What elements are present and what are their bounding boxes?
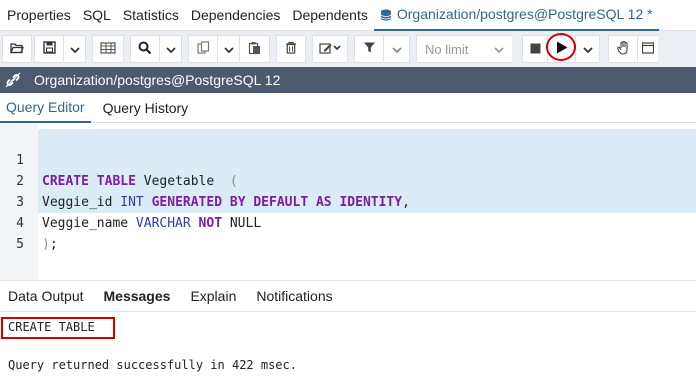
stop-button[interactable]	[522, 35, 548, 63]
search-icon	[138, 41, 152, 58]
table-view-button[interactable]	[92, 35, 124, 63]
open-folder-icon	[10, 42, 24, 57]
tab-dependents[interactable]: Dependents	[286, 0, 374, 31]
chevron-down-icon	[165, 42, 176, 57]
chevron-down-icon	[582, 42, 593, 57]
tab-label: Explain	[190, 288, 237, 304]
code-line: 5	[0, 213, 696, 252]
tab-query-editor[interactable]: Query Editor	[0, 93, 91, 123]
hand-icon	[616, 40, 630, 58]
copy-button[interactable]	[188, 35, 218, 63]
tab-label: Statistics	[122, 7, 179, 23]
copy-icon	[196, 41, 210, 57]
trash-icon	[285, 41, 297, 57]
sql-editor[interactable]: 1 CREATE TABLE Vegetable ( 2 Veggie_id I…	[0, 123, 696, 280]
execute-dropdown-button[interactable]	[576, 35, 600, 63]
paste-icon	[248, 41, 261, 58]
edit-icon	[319, 42, 341, 57]
execute-button[interactable]	[546, 33, 576, 63]
code-line: 3 Veggie_name VARCHAR NOT NULL	[0, 171, 696, 231]
open-file-button[interactable]	[2, 35, 32, 63]
tab-label: SQL	[82, 7, 111, 23]
find-button[interactable]	[130, 35, 160, 63]
line-number: 5	[16, 237, 24, 252]
copy-dropdown-button[interactable]	[218, 35, 240, 63]
tab-label: Organization/postgres@PostgreSQL 12 *	[396, 6, 653, 22]
tab-label: Query Editor	[6, 99, 85, 115]
tab-explain[interactable]: Explain	[178, 288, 244, 304]
save-button[interactable]	[34, 35, 64, 63]
tab-dependencies[interactable]: Dependencies	[185, 0, 287, 31]
code-text: );	[42, 237, 58, 252]
filter-dropdown-button[interactable]	[384, 35, 410, 63]
tab-notifications[interactable]: Notifications	[244, 288, 340, 304]
tab-label: Notifications	[256, 288, 333, 304]
find-dropdown-button[interactable]	[160, 35, 182, 63]
tab-data-output[interactable]: Data Output	[0, 288, 92, 304]
tab-label: Messages	[103, 288, 171, 304]
chevron-down-icon	[494, 42, 504, 57]
tab-label: Dependencies	[190, 7, 281, 23]
tab-query-tool[interactable]: Organization/postgres@PostgreSQL 12 *	[373, 0, 659, 31]
tab-query-history[interactable]: Query History	[91, 93, 195, 123]
messages-panel: CREATE TABLE Query returned successfully…	[0, 312, 696, 392]
chevron-down-icon	[223, 42, 234, 57]
code-line: 1 CREATE TABLE Vegetable (	[0, 129, 696, 189]
play-icon	[556, 41, 568, 57]
result-tabs: Data Output Messages Explain Notificatio…	[0, 280, 696, 312]
tab-sql[interactable]: SQL	[77, 0, 117, 31]
save-dropdown-button[interactable]	[64, 35, 86, 63]
message-command-tag: CREATE TABLE	[8, 320, 95, 334]
tab-label: Data Output	[8, 288, 84, 304]
link-icon[interactable]	[0, 72, 26, 88]
row-limit-dropdown[interactable]	[488, 35, 510, 63]
query-tabs: Query Editor Query History	[0, 93, 696, 123]
message-status: Query returned successfully in 422 msec.	[8, 358, 297, 372]
scratch-icon	[641, 41, 655, 57]
tab-label: Dependents	[292, 7, 368, 23]
panel-tab-bar: Properties SQL Statistics Dependencies D…	[0, 0, 696, 31]
row-limit-value: No limit	[425, 41, 469, 57]
delete-button[interactable]	[276, 35, 306, 63]
edit-button[interactable]	[312, 35, 348, 63]
connection-title: Organization/postgres@PostgreSQL 12	[34, 72, 281, 88]
tab-statistics[interactable]: Statistics	[117, 0, 185, 31]
filter-button[interactable]	[354, 35, 384, 63]
code-line: 2 Veggie_id INT GENERATED BY DEFAULT AS …	[0, 150, 696, 210]
macros-button[interactable]	[608, 35, 638, 63]
code-line: 4 );	[0, 192, 696, 252]
database-icon	[380, 8, 392, 21]
query-toolbar: No limit	[0, 31, 696, 67]
tab-label: Query History	[102, 100, 189, 116]
tab-label: Properties	[7, 7, 71, 23]
tab-properties[interactable]: Properties	[0, 0, 77, 31]
paste-button[interactable]	[240, 35, 270, 63]
chevron-down-icon	[391, 42, 402, 57]
save-icon	[42, 41, 56, 57]
chevron-down-icon	[69, 42, 80, 57]
tab-messages[interactable]: Messages	[92, 288, 179, 304]
table-view-icon	[100, 41, 116, 57]
connection-bar: Organization/postgres@PostgreSQL 12	[0, 67, 696, 93]
scratch-pad-button[interactable]	[638, 35, 658, 63]
filter-icon	[363, 41, 376, 57]
stop-icon	[530, 42, 541, 57]
